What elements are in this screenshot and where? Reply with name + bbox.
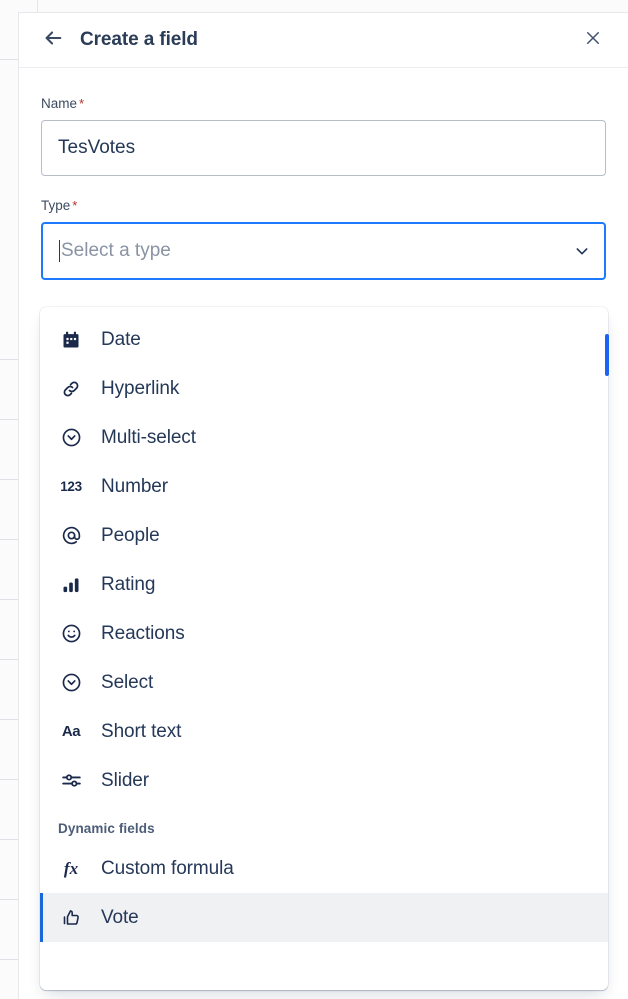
- dropdown-option-label: Reactions: [101, 623, 185, 645]
- text-aa-glyph: Aa: [62, 723, 80, 740]
- dropdown-option-multi-select[interactable]: Multi-select: [40, 413, 608, 462]
- number-123-icon: 123: [58, 474, 84, 500]
- type-select[interactable]: Select a type: [41, 222, 606, 280]
- text-cursor: [59, 240, 60, 262]
- back-button[interactable]: [39, 26, 67, 54]
- name-input[interactable]: [41, 120, 606, 176]
- panel-header: Create a field: [19, 13, 628, 68]
- arrow-left-icon: [42, 27, 64, 54]
- thumbs-up-icon: [58, 905, 84, 931]
- panel-body: Name* Type* Select a type: [19, 68, 628, 280]
- dropdown-option-reactions[interactable]: Reactions: [40, 609, 608, 658]
- dropdown-option-people[interactable]: People: [40, 511, 608, 560]
- type-field-group: Type* Select a type: [41, 198, 606, 280]
- text-aa-icon: Aa: [58, 719, 84, 745]
- dropdown-option-label: Number: [101, 476, 168, 498]
- dropdown-option-label: Multi-select: [101, 427, 196, 449]
- dropdown-group-header: Dynamic fields: [40, 805, 608, 844]
- type-field-label: Type*: [41, 198, 606, 213]
- name-field-group: Name*: [41, 96, 606, 176]
- dropdown-option-hyperlink[interactable]: Hyperlink: [40, 364, 608, 413]
- dropdown-option-label: Vote: [101, 907, 139, 929]
- dropdown-option-label: Date: [101, 329, 141, 351]
- vertical-scrollbar-thumb[interactable]: [605, 334, 609, 376]
- at-sign-icon: [58, 523, 84, 549]
- type-options-dropdown: Date Hyperlink Multi-select 123 Number: [40, 307, 608, 990]
- name-field-label: Name*: [41, 96, 606, 111]
- dropdown-option-number[interactable]: 123 Number: [40, 462, 608, 511]
- type-label-text: Type: [41, 198, 70, 213]
- number-123-glyph: 123: [60, 479, 82, 494]
- type-required-marker: *: [72, 198, 77, 213]
- type-select-placeholder: Select a type: [61, 240, 171, 262]
- name-label-text: Name: [41, 96, 77, 111]
- calendar-icon: [58, 327, 84, 353]
- dropdown-option-vote[interactable]: Vote: [40, 893, 608, 942]
- formula-fx-glyph: fx: [64, 859, 78, 879]
- sliders-icon: [58, 768, 84, 794]
- link-icon: [58, 376, 84, 402]
- dropdown-option-label: Slider: [101, 770, 149, 792]
- dropdown-option-slider[interactable]: Slider: [40, 756, 608, 805]
- chevron-circle-icon: [58, 670, 84, 696]
- dropdown-option-short-text[interactable]: Aa Short text: [40, 707, 608, 756]
- chevron-circle-icon: [58, 425, 84, 451]
- dropdown-option-label: Hyperlink: [101, 378, 179, 400]
- formula-fx-icon: fx: [58, 856, 84, 882]
- dropdown-option-label: Short text: [101, 721, 181, 743]
- close-icon: [584, 29, 602, 52]
- smiley-icon: [58, 621, 84, 647]
- dropdown-option-label: Rating: [101, 574, 155, 596]
- dropdown-option-label: People: [101, 525, 160, 547]
- page-title: Create a field: [80, 29, 198, 51]
- close-button[interactable]: [580, 27, 606, 53]
- chevron-down-icon[interactable]: [574, 243, 590, 259]
- dropdown-option-label: Custom formula: [101, 858, 234, 880]
- dropdown-option-rating[interactable]: Rating: [40, 560, 608, 609]
- bar-chart-icon: [58, 572, 84, 598]
- dropdown-option-select[interactable]: Select: [40, 658, 608, 707]
- dropdown-option-custom-formula[interactable]: fx Custom formula: [40, 844, 608, 893]
- name-required-marker: *: [79, 96, 84, 111]
- dropdown-option-date[interactable]: Date: [40, 315, 608, 364]
- dropdown-option-label: Select: [101, 672, 153, 694]
